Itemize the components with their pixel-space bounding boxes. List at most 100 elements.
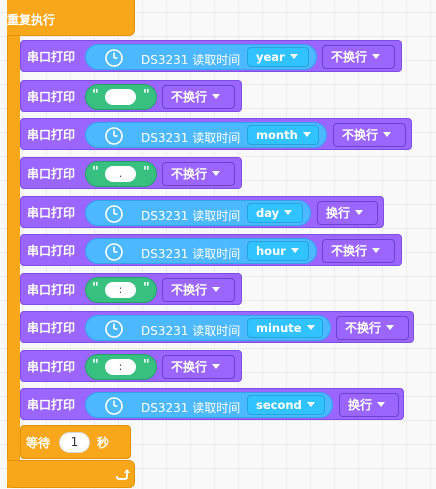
chevron-down-icon (302, 132, 311, 137)
serial-print-label: 串口打印 (27, 244, 76, 258)
clock-icon (105, 243, 123, 261)
time-field-value: year (256, 50, 285, 64)
newline-mode-dropdown[interactable]: 不换行 (162, 278, 235, 302)
newline-mode-dropdown[interactable]: 不换行 (322, 239, 395, 263)
chevron-down-icon (355, 210, 364, 215)
text-input[interactable]: : (105, 359, 136, 375)
time-field-dropdown[interactable]: day (247, 203, 303, 223)
newline-mode-value: 不换行 (331, 50, 368, 64)
ds3231-label: DS3231 读取时间 (141, 209, 241, 223)
close-quote: " (143, 165, 150, 180)
block-canvas[interactable]: 重复执行 串口打印 DS3231 读取时间 year 不换行 串口打印 " " … (0, 0, 436, 489)
chevron-down-icon (212, 287, 221, 292)
newline-mode-value: 换行 (326, 206, 351, 220)
newline-mode-dropdown[interactable]: 不换行 (162, 355, 235, 379)
chevron-down-icon (372, 54, 381, 59)
serial-print-block[interactable]: 串口打印 " : " 不换行 (20, 350, 242, 382)
open-quote: " (92, 281, 99, 296)
ds3231-read-time-reporter[interactable]: DS3231 读取时间 year (85, 44, 317, 70)
serial-print-label: 串口打印 (27, 283, 76, 297)
serial-print-label: 串口打印 (27, 206, 76, 220)
newline-mode-value: 不换行 (342, 128, 379, 142)
serial-print-label: 串口打印 (27, 50, 76, 64)
ds3231-label: DS3231 读取时间 (141, 401, 241, 415)
chevron-down-icon (306, 325, 315, 330)
open-quote: " (92, 358, 99, 373)
serial-print-label: 串口打印 (27, 90, 76, 104)
time-field-dropdown[interactable]: year (247, 47, 309, 67)
time-field-dropdown[interactable]: second (247, 395, 325, 415)
serial-print-block[interactable]: 串口打印 DS3231 读取时间 month 不换行 (20, 118, 412, 150)
ds3231-read-time-reporter[interactable]: DS3231 读取时间 second (85, 392, 333, 418)
time-field-value: month (256, 128, 298, 142)
time-field-dropdown[interactable]: hour (247, 241, 309, 261)
ds3231-read-time-reporter[interactable]: DS3231 读取时间 month (85, 122, 327, 148)
forever-loop-title: 重复执行 (7, 13, 56, 27)
chevron-down-icon (386, 325, 395, 330)
chevron-down-icon (212, 364, 221, 369)
chevron-down-icon (377, 402, 386, 407)
time-field-value: day (256, 206, 280, 220)
newline-mode-value: 不换行 (171, 360, 208, 374)
time-field-dropdown[interactable]: month (247, 125, 319, 145)
text-reporter[interactable]: " : " (85, 354, 157, 380)
chevron-down-icon (290, 248, 299, 253)
serial-print-block[interactable]: 串口打印 DS3231 读取时间 second 换行 (20, 388, 404, 420)
text-reporter[interactable]: " " (85, 84, 157, 110)
newline-mode-value: 不换行 (171, 90, 208, 104)
time-field-value: minute (256, 321, 302, 335)
serial-print-block[interactable]: 串口打印 DS3231 读取时间 hour 不换行 (20, 234, 402, 266)
newline-mode-value: 不换行 (171, 167, 208, 181)
serial-print-label: 串口打印 (27, 321, 76, 335)
text-input[interactable]: : (105, 282, 136, 298)
serial-print-label: 串口打印 (27, 167, 76, 181)
ds3231-read-time-reporter[interactable]: DS3231 读取时间 hour (85, 238, 317, 264)
clock-icon (105, 127, 123, 145)
chevron-down-icon (212, 94, 221, 99)
text-input[interactable]: . (105, 166, 136, 182)
serial-print-block[interactable]: 串口打印 " : " 不换行 (20, 273, 242, 305)
clock-icon (105, 397, 123, 415)
chevron-down-icon (383, 132, 392, 137)
clock-icon (105, 320, 123, 338)
close-quote: " (143, 88, 150, 103)
newline-mode-value: 不换行 (171, 283, 208, 297)
text-input[interactable] (105, 89, 136, 105)
chevron-down-icon (212, 171, 221, 176)
text-reporter[interactable]: " : " (85, 277, 157, 303)
newline-mode-value: 不换行 (345, 321, 382, 335)
serial-print-block[interactable]: 串口打印 DS3231 读取时间 year 不换行 (20, 40, 402, 72)
serial-print-label: 串口打印 (27, 128, 76, 142)
ds3231-read-time-reporter[interactable]: DS3231 读取时间 day (85, 200, 311, 226)
chevron-down-icon (372, 248, 381, 253)
close-quote: " (143, 358, 150, 373)
chevron-down-icon (289, 54, 298, 59)
newline-mode-dropdown[interactable]: 不换行 (162, 162, 235, 186)
serial-print-block[interactable]: 串口打印 DS3231 读取时间 minute 不换行 (20, 311, 414, 343)
ds3231-label: DS3231 读取时间 (141, 324, 241, 338)
wait-unit-label: 秒 (97, 436, 110, 450)
loop-arrow-icon (116, 469, 130, 480)
wait-label: 等待 (26, 436, 51, 450)
ds3231-read-time-reporter[interactable]: DS3231 读取时间 minute (85, 315, 331, 341)
open-quote: " (92, 165, 99, 180)
ds3231-label: DS3231 读取时间 (141, 247, 241, 261)
serial-print-block[interactable]: 串口打印 " " 不换行 (20, 80, 242, 112)
newline-mode-dropdown[interactable]: 不换行 (162, 85, 235, 109)
serial-print-label: 串口打印 (27, 398, 76, 412)
time-field-value: hour (256, 244, 286, 258)
time-field-dropdown[interactable]: minute (247, 318, 323, 338)
chevron-down-icon (284, 210, 293, 215)
serial-print-block[interactable]: 串口打印 DS3231 读取时间 day 换行 (20, 196, 384, 228)
newline-mode-dropdown[interactable]: 不换行 (333, 123, 406, 147)
newline-mode-dropdown[interactable]: 换行 (317, 201, 378, 225)
close-quote: " (143, 281, 150, 296)
newline-mode-dropdown[interactable]: 换行 (339, 393, 399, 417)
wait-seconds-input[interactable]: 1 (59, 432, 90, 453)
serial-print-block[interactable]: 串口打印 " . " 不换行 (20, 157, 242, 189)
newline-mode-dropdown[interactable]: 不换行 (336, 316, 409, 340)
forever-loop-arm[interactable] (7, 0, 20, 488)
clock-icon (105, 49, 123, 67)
newline-mode-dropdown[interactable]: 不换行 (322, 45, 395, 69)
text-reporter[interactable]: " . " (85, 161, 157, 187)
